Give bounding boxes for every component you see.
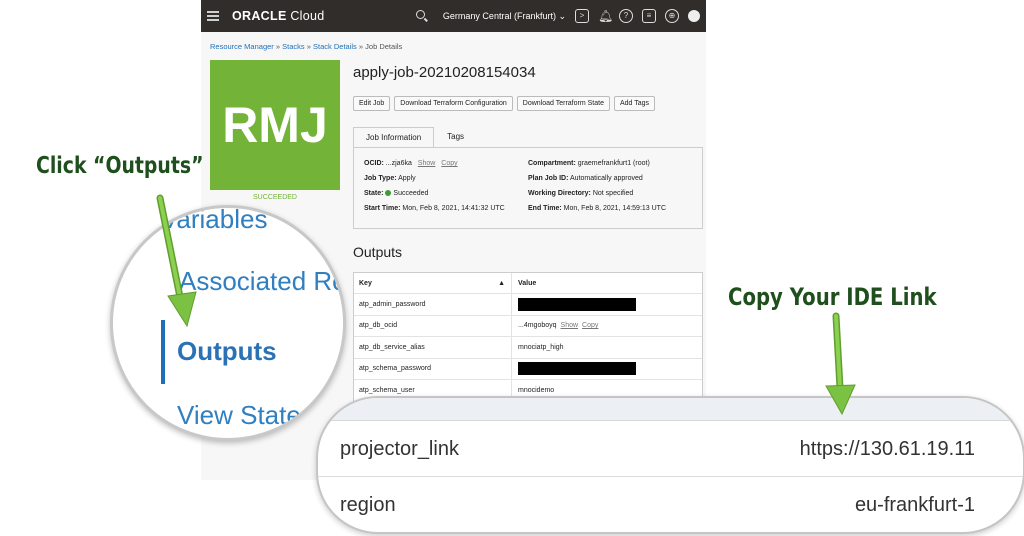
callout-copy-ide-link: Copy Your IDE Link (728, 283, 937, 311)
working-directory-field: Working Directory: Not specified (528, 190, 634, 197)
job-status-label: SUCCEEDED (253, 194, 297, 201)
job-information-panel: OCID: ...zja6ka Show Copy Job Type: Appl… (353, 147, 703, 229)
zoom-header-strip (318, 398, 1023, 421)
user-avatar-icon[interactable] (688, 10, 700, 22)
breadcrumb-stack-details[interactable]: Stack Details (313, 42, 357, 51)
callout-click-outputs: Click “Outputs” (36, 153, 204, 179)
tab-tags[interactable]: Tags (434, 126, 477, 147)
search-icon[interactable] (415, 10, 428, 22)
output-key: region (340, 494, 396, 516)
state-field: State: Succeeded (364, 190, 429, 197)
output-value: mnocidemo (518, 386, 555, 394)
output-key: atp_admin_password (354, 294, 512, 315)
edit-job-button[interactable]: Edit Job (353, 96, 391, 111)
end-time-field: End Time: Mon, Feb 8, 2021, 14:59:13 UTC (528, 205, 667, 212)
hamburger-menu-icon[interactable] (207, 9, 219, 24)
breadcrumb: Resource Manager » Stacks » Stack Detail… (210, 42, 403, 51)
outputs-table: Key ▲ Value atp_admin_password atp_db_oci… (353, 272, 703, 403)
action-buttons: Edit Job Download Terraform Configuratio… (353, 96, 656, 111)
help-icon[interactable]: ? (619, 9, 633, 23)
output-key: projector_link (340, 438, 459, 460)
job-tile: RMJ (210, 60, 340, 190)
ocid-field: OCID: ...zja6ka Show Copy (364, 160, 458, 167)
table-row: projector_link https://130.61.19.11 (318, 420, 1023, 477)
projector-link-value[interactable]: https://130.61.19.11 (800, 438, 975, 461)
table-row: atp_schema_password (354, 358, 702, 380)
breadcrumb-stacks[interactable]: Stacks (282, 42, 305, 51)
compartment-field: Compartment: graemefrankfurt1 (root) (528, 160, 650, 167)
redacted-value (518, 297, 636, 311)
redacted-value (518, 362, 636, 376)
bell-icon[interactable]: 🔔︎ (598, 10, 613, 22)
success-status-dot-icon (385, 190, 392, 196)
breadcrumb-current: Job Details (365, 42, 403, 51)
download-terraform-configuration-button[interactable]: Download Terraform Configuration (394, 96, 513, 111)
nav-item-associated-resources[interactable]: Associated Resources (179, 266, 343, 297)
output-key: atp_db_service_alias (354, 337, 512, 358)
table-header-row: Key ▲ Value (354, 273, 702, 294)
value-column-header: Value (518, 279, 537, 287)
language-globe-icon[interactable]: ⊕ (665, 9, 679, 23)
active-nav-indicator (161, 320, 165, 384)
tab-bar: Job Information Tags (353, 126, 477, 148)
magnifier-callout: Variables Associated Resources Outputs V… (110, 205, 346, 441)
region-selector[interactable]: Germany Central (Frankfurt) ⌄ (443, 11, 566, 22)
nav-item-view-state[interactable]: View State (177, 400, 301, 431)
output-key: atp_db_ocid (354, 315, 512, 336)
ocid-show-link[interactable]: Show (418, 160, 436, 167)
output-value: mnociatp_high (518, 343, 564, 351)
nav-item-variables-partial[interactable]: Variables (161, 208, 267, 235)
start-time-field: Start Time: Mon, Feb 8, 2021, 14:41:32 U… (364, 205, 505, 212)
top-navigation-bar: ORACLE Cloud Germany Central (Frankfurt)… (201, 0, 706, 32)
tab-job-information[interactable]: Job Information (353, 127, 435, 148)
plan-job-id-field: Plan Job ID: Automatically approved (528, 175, 643, 182)
zoomed-outputs-callout: projector_link https://130.61.19.11 regi… (316, 396, 1024, 534)
add-tags-button[interactable]: Add Tags (613, 96, 656, 111)
sort-ascending-icon[interactable]: ▲ (498, 280, 505, 287)
db-ocid-show-link[interactable]: Show (561, 322, 579, 329)
job-type-field: Job Type: Apply (364, 175, 416, 182)
ocid-copy-link[interactable]: Copy (441, 160, 457, 167)
table-row: atp_db_ocid ...4mgoboyq Show Copy (354, 315, 702, 337)
key-column-header[interactable]: Key ▲ (354, 273, 512, 293)
output-key: atp_schema_password (354, 358, 512, 379)
breadcrumb-resource-manager[interactable]: Resource Manager (210, 42, 274, 51)
download-terraform-state-button[interactable]: Download Terraform State (516, 96, 610, 111)
page-title: apply-job-20210208154034 (353, 64, 536, 81)
outputs-heading: Outputs (353, 244, 403, 260)
oracle-cloud-logo[interactable]: ORACLE Cloud (232, 9, 325, 23)
table-row: atp_db_service_alias mnociatp_high (354, 337, 702, 359)
cloud-shell-icon[interactable]: > (575, 9, 589, 23)
output-value: ...4mgoboyq (518, 322, 557, 330)
nav-item-outputs[interactable]: Outputs (177, 336, 277, 367)
output-value: eu-frankfurt-1 (854, 494, 975, 516)
feedback-icon[interactable]: ≡ (642, 9, 656, 23)
table-row: atp_admin_password (354, 294, 702, 316)
table-row: region eu-frankfurt-1 (318, 476, 1023, 532)
db-ocid-copy-link[interactable]: Copy (582, 322, 598, 329)
